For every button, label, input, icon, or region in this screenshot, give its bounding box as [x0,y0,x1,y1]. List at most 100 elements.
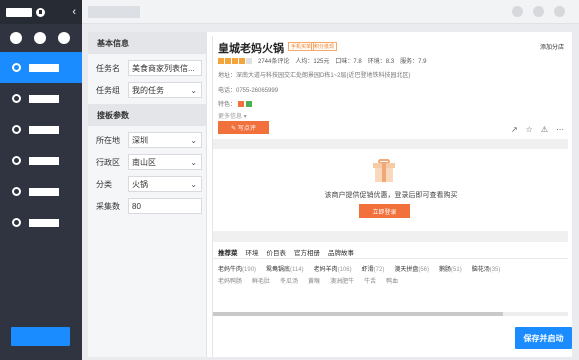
sidebar-item[interactable] [0,207,82,238]
dish-item[interactable]: 老妈牛肉(190) [218,264,256,273]
sidebar-item[interactable] [0,145,82,176]
window-title-placeholder [88,5,140,18]
dish-list: 老妈牛肉(190) 鸳鸯锅底(114) 老妈羊肉(106) 虾滑(72) 澳天拼… [218,264,500,273]
taste-score: 口味：7.8 [335,59,362,65]
window-control-icon[interactable] [554,6,565,17]
star-icon [225,57,231,64]
category-value: 火锅 [132,179,148,189]
shop-address: 地址：深南大道与科技园交汇处朗景园D栋1~2层(近巴登地铁科技园北区) [218,73,411,79]
report-warning-icon[interactable]: ⚠ [541,125,548,134]
category-select[interactable]: 火锅 ⌄ [128,176,202,192]
favorite-star-icon[interactable]: ☆ [526,125,533,134]
count-input[interactable]: 80 [128,198,202,214]
window-control-icon[interactable] [512,6,523,17]
quick-action-icon[interactable] [34,32,46,44]
dish-item[interactable]: 老妈羊肉(106) [314,264,352,273]
task-name-input[interactable]: 美食商家列表信... [128,60,202,76]
params-heading: 搜板参数 [88,104,206,126]
feature-icon [246,100,253,107]
dish-item[interactable]: 虾滑(72) [362,264,385,273]
tag-points: 积分抵现 [311,42,338,51]
dish-item[interactable]: 牛舌 [364,276,376,285]
scrollbar-thumb[interactable] [213,312,503,316]
task-group-label: 任务组 [96,85,120,95]
count-value: 80 [132,201,141,211]
dish-item[interactable]: 澳洲肥牛 [330,276,354,285]
district-select[interactable]: 南山区 ⌄ [128,154,202,170]
menu-item-icon [12,187,21,196]
dish-item[interactable]: 脑花汤(35) [472,264,501,273]
chevron-down-icon: ⌄ [190,86,197,95]
dish-item[interactable]: 黄喉 [308,276,320,285]
review-count[interactable]: 2744条评论 [258,56,289,65]
city-value: 深圳 [132,135,148,145]
category-label: 分类 [96,179,112,189]
more-icon[interactable]: ⋯ [556,125,564,134]
task-group-row: 任务组 我的任务 ⌄ [88,79,206,101]
env-score: 环境：8.3 [367,59,395,65]
shop-features: 特色： [218,99,253,108]
district-row: 行政区 南山区 ⌄ [88,151,206,173]
sidebar-bottom-button[interactable] [11,327,70,346]
star-rating [218,57,252,64]
chevron-down-icon: ⌄ [190,180,197,189]
share-icon[interactable]: ↗ [511,125,518,134]
quick-action-icon[interactable] [10,32,22,44]
menu-item-label [29,63,59,72]
task-form: 基本信息 任务名 美食商家列表信... 任务组 我的任务 ⌄ 搜板参数 所在地 深… [88,32,207,357]
dish-item[interactable]: 鹅肠(51) [439,264,462,273]
sidebar-item[interactable] [0,83,82,114]
more-info-link[interactable]: 更多信息 ▾ [218,111,247,120]
basic-info-heading: 基本信息 [88,32,206,54]
section-divider [213,139,568,149]
window-control-icon[interactable] [533,6,544,17]
menu-item-icon [12,156,21,165]
save-and-start-button[interactable]: 保存并启动 [515,327,572,349]
menu-item-label [29,218,59,227]
window-controls [512,6,579,17]
star-icon [232,57,238,64]
city-label: 所在地 [96,135,120,145]
count-row: 采集数 80 [88,195,206,217]
write-review-button[interactable]: ✎ 写点评 [218,121,269,134]
service-score: 服务：7.9 [400,59,427,65]
menu-item-label [29,187,59,196]
category-row: 分类 火锅 ⌄ [88,173,206,195]
sidebar-item-active[interactable] [0,52,82,83]
task-group-value: 我的任务 [132,85,164,95]
dish-item[interactable]: 鸳鸯锅底(114) [266,264,304,273]
notification-icon[interactable] [36,7,45,17]
collapse-sidebar-icon[interactable]: ‹ [72,6,76,18]
feature-icon [238,100,245,107]
district-value: 南山区 [132,157,156,167]
menu-item-icon [12,125,21,134]
star-icon [218,57,224,64]
chevron-down-icon: ⌄ [190,158,197,167]
task-name-row: 任务名 美食商家列表信... [88,57,206,79]
menu-item-label [29,94,59,103]
dish-item[interactable]: 冬瓜汤 [280,276,298,285]
features-label: 特色： [218,102,237,108]
task-group-select[interactable]: 我的任务 ⌄ [128,82,202,98]
sidebar-item[interactable] [0,176,82,207]
horizontal-scrollbar[interactable] [213,312,568,316]
star-icon [239,57,245,64]
main-panel: 基本信息 任务名 美食商家列表信... 任务组 我的任务 ⌄ 搜板参数 所在地 深… [88,32,572,357]
dish-item[interactable]: 鲜毛肚 [252,276,270,285]
dish-item[interactable]: 老妈鸭肠 [218,276,242,285]
task-name-label: 任务名 [96,63,120,73]
district-label: 行政区 [96,157,120,167]
add-branch-link[interactable]: 添加分店 [540,42,564,51]
quick-action-icon[interactable] [58,32,70,44]
dish-item[interactable]: 鸭血 [386,276,398,285]
avg-price: 人均：125元 [295,59,330,65]
login-button[interactable]: 立即登录 [359,204,410,218]
sidebar-header: ‹ [0,0,82,24]
count-label: 采集数 [96,201,120,211]
menu-item-label [29,156,59,165]
dish-list: 老妈鸭肠 鲜毛肚 冬瓜汤 黄喉 澳洲肥牛 牛舌 鸭血 [218,276,398,285]
menu-item-label [29,125,59,134]
city-select[interactable]: 深圳 ⌄ [128,132,202,148]
dish-item[interactable]: 澳天拼盘(56) [394,264,429,273]
sidebar-item[interactable] [0,114,82,145]
